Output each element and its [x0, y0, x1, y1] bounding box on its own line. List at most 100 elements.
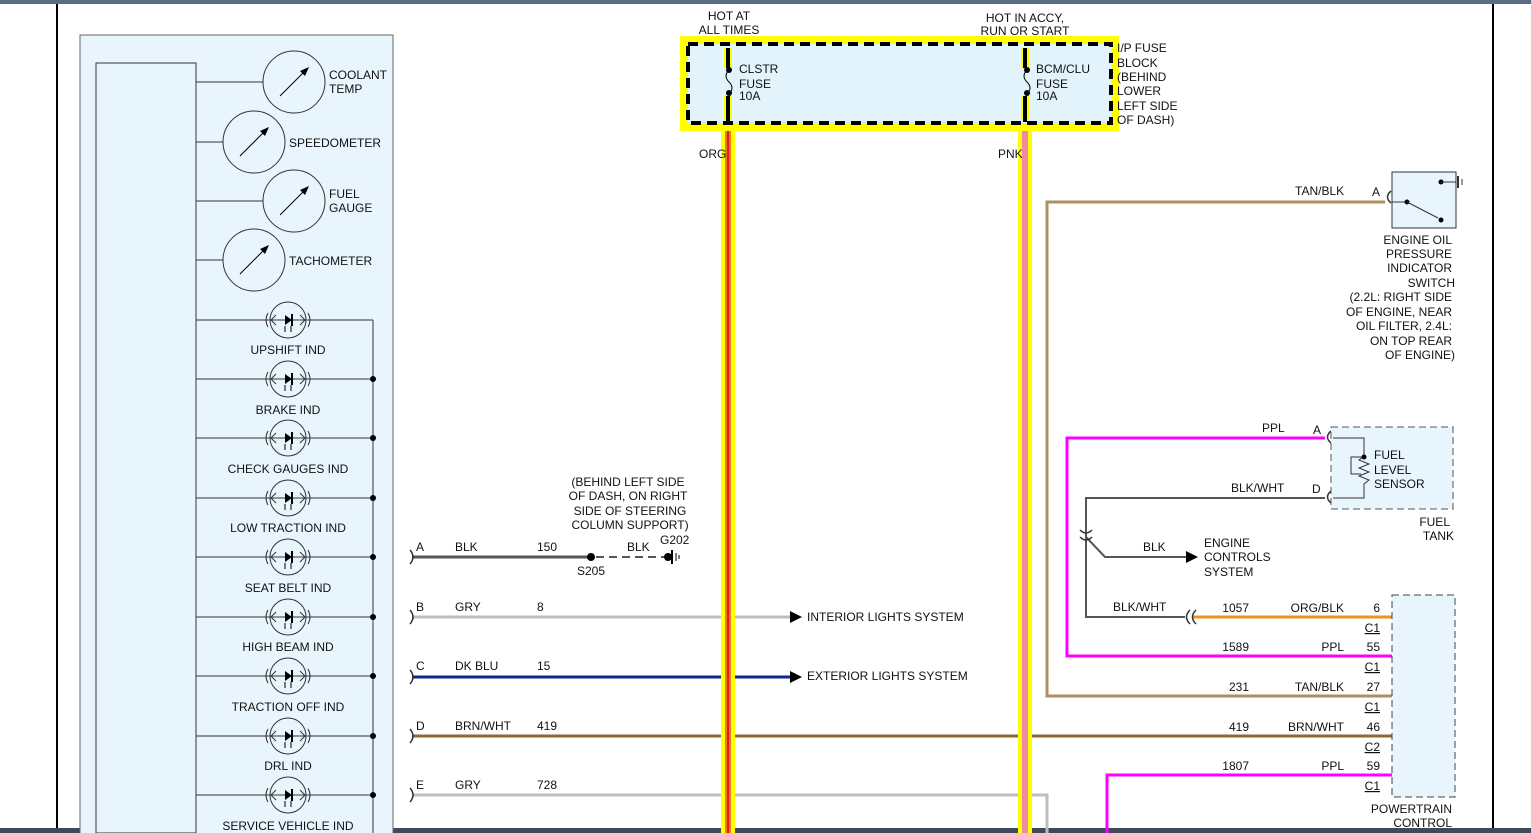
destination-label: SYSTEM — [1204, 565, 1253, 579]
svg-text:PRESSURE: PRESSURE — [1386, 247, 1452, 261]
wire-color-label: BLK — [627, 540, 650, 554]
hot-label: RUN OR START — [981, 24, 1071, 38]
pcm-pin-color: TAN/BLK — [1295, 680, 1344, 694]
pcm-pin-conn: C2 — [1365, 740, 1381, 754]
svg-text:I/P FUSE: I/P FUSE — [1117, 41, 1167, 55]
ground-label: G202 — [660, 533, 690, 547]
wire-color-label: BRN/WHT — [455, 719, 512, 733]
svg-text:COLUMN SUPPORT): COLUMN SUPPORT) — [571, 518, 688, 532]
svg-text:ENGINE OIL: ENGINE OIL — [1383, 233, 1452, 247]
pcm-label: CONTROL — [1393, 816, 1452, 830]
svg-text:OF DASH): OF DASH) — [1117, 113, 1174, 127]
pin-label: A — [416, 540, 424, 554]
pin-label: D — [1312, 482, 1321, 496]
oil-switch-label: ENGINE OIL PRESSURE INDICATOR SWITCH (2.… — [1346, 233, 1455, 362]
pcm-pin-circuit: 1807 — [1222, 759, 1249, 773]
splice-label: S205 — [577, 564, 605, 578]
hot-label: HOT AT — [708, 9, 751, 23]
fuse-label: 10A — [1036, 89, 1057, 103]
pcm-pin-circuit: 1057 — [1222, 601, 1249, 615]
indicator-label: CHECK GAUGES IND — [228, 462, 349, 476]
svg-text:(BEHIND LEFT SIDE: (BEHIND LEFT SIDE — [571, 475, 684, 489]
wire-color-label: GRY — [455, 778, 481, 792]
fuse-block-label: I/P FUSE BLOCK (BEHIND LOWER LEFT SIDE O… — [1117, 41, 1177, 127]
pcm-pin-conn: C1 — [1365, 700, 1381, 714]
arrow-icon — [790, 611, 802, 623]
splice-s205 — [587, 553, 595, 561]
svg-text:LEFT SIDE: LEFT SIDE — [1117, 99, 1177, 113]
hot-label: HOT IN ACCY, — [986, 11, 1064, 25]
indicator-label: TRACTION OFF IND — [232, 700, 345, 714]
indicator-label: UPSHIFT IND — [250, 343, 325, 357]
sensor-label: SENSOR — [1374, 477, 1425, 491]
circuit-label: 419 — [537, 719, 557, 733]
wire-color-label: GRY — [455, 600, 481, 614]
ground-icon — [664, 550, 680, 564]
pcm-pin-circuit: 231 — [1229, 680, 1249, 694]
wire-color-label: BLK — [1143, 540, 1166, 554]
pcm-pin-pin: 59 — [1367, 759, 1381, 773]
svg-text:OF ENGINE, NEAR: OF ENGINE, NEAR — [1346, 305, 1452, 319]
pin-label: A — [1372, 185, 1380, 199]
svg-text:SWITCH: SWITCH — [1408, 276, 1455, 290]
wire-blk-engine — [1085, 536, 1190, 558]
svg-text:OIL FILTER, 2.4L:: OIL FILTER, 2.4L: — [1356, 319, 1452, 333]
indicator-label: HIGH BEAM IND — [242, 640, 334, 654]
location-label: TANK — [1423, 529, 1454, 543]
arrow-icon — [790, 671, 802, 683]
pcm-pin-pin: 27 — [1367, 680, 1381, 694]
svg-text:OF DASH, ON RIGHT: OF DASH, ON RIGHT — [569, 489, 688, 503]
pcm-label: POWERTRAIN — [1371, 802, 1452, 816]
pin-label: A — [1313, 423, 1321, 437]
hot-label: ALL TIMES — [699, 23, 760, 37]
circuit-label: 150 — [537, 540, 557, 554]
wires — [409, 190, 1398, 833]
pcm-pin-conn: C1 — [1365, 779, 1381, 793]
wire-color-label: BLK — [455, 540, 478, 554]
ground-location: (BEHIND LEFT SIDE OF DASH, ON RIGHT SIDE… — [569, 475, 689, 532]
wire-color-label: BLK/WHT — [1231, 481, 1285, 495]
svg-text:INDICATOR: INDICATOR — [1387, 261, 1452, 275]
pin-label: D — [416, 719, 425, 733]
fuse-label: 10A — [739, 89, 760, 103]
svg-text:ON TOP REAR: ON TOP REAR — [1370, 334, 1452, 348]
svg-text:(BEHIND: (BEHIND — [1117, 70, 1167, 84]
gauge-label: TEMP — [329, 82, 362, 96]
svg-text:LOWER: LOWER — [1117, 84, 1161, 98]
power-wire-org — [721, 128, 735, 833]
pcm-pin-color: PPL — [1321, 759, 1344, 773]
svg-text:SIDE OF STEERING: SIDE OF STEERING — [574, 504, 687, 518]
indicator-label: SERVICE VEHICLE IND — [222, 819, 353, 833]
arrow-icon — [1186, 551, 1198, 563]
pin-label: B — [416, 600, 424, 614]
wire-color-label: PNK — [998, 147, 1023, 161]
wiring-diagram: COOLANT TEMP SPEEDOMETER FUEL GAUGE TACH… — [0, 0, 1531, 833]
circuit-label: 15 — [537, 659, 551, 673]
fuse-label: CLSTR — [739, 62, 779, 76]
wire-color-label: TAN/BLK — [1295, 184, 1344, 198]
destination-label: INTERIOR LIGHTS SYSTEM — [807, 610, 964, 624]
sensor-label: LEVEL — [1374, 463, 1412, 477]
wire-color-label: BLK/WHT — [1113, 600, 1167, 614]
indicator-label: LOW TRACTION IND — [230, 521, 346, 535]
pin-label: E — [416, 778, 424, 792]
wire-color-label: ORG — [699, 147, 726, 161]
gauge-label: FUEL — [329, 187, 360, 201]
sensor-label: FUEL — [1374, 448, 1405, 462]
power-wire-pnk — [1018, 128, 1032, 833]
oil-pressure-switch — [1391, 171, 1463, 229]
indicator-label: DRL IND — [264, 759, 312, 773]
pin-label: C — [416, 659, 425, 673]
location-label: FUEL — [1419, 515, 1450, 529]
pcm-pin-pin: 6 — [1373, 601, 1380, 615]
gauge-label: GAUGE — [329, 201, 372, 215]
pcm-pin-pin: 55 — [1367, 640, 1381, 654]
svg-text:OF ENGINE): OF ENGINE) — [1385, 348, 1455, 362]
pcm-pin-color: ORG/BLK — [1291, 601, 1344, 615]
pcm-box — [1391, 594, 1456, 798]
circuit-label: 728 — [537, 778, 557, 792]
pcm-pin-color: PPL — [1321, 640, 1344, 654]
wire-color-label: DK BLU — [455, 659, 498, 673]
pcm-pin-circuit: 1589 — [1222, 640, 1249, 654]
indicator-label: BRAKE IND — [256, 403, 321, 417]
